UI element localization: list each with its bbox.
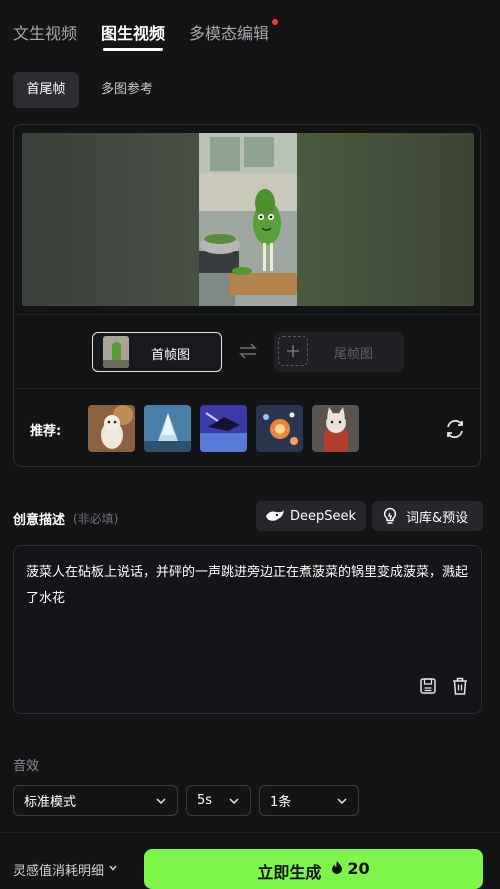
subtab-multi-image-ref[interactable]: 多图参考 <box>90 72 164 108</box>
tab-image-to-video[interactable]: 图生视频 <box>101 20 165 44</box>
footer-divider <box>0 832 500 833</box>
subtab-first-last-frame[interactable]: 首尾帧 <box>13 72 79 108</box>
chevron-down-icon <box>336 795 348 811</box>
generate-button[interactable]: 立即生成 20 <box>144 849 483 889</box>
deepseek-icon <box>264 508 286 524</box>
recommend-thumb-fireworks[interactable] <box>256 405 303 452</box>
tab-multimodal-edit[interactable]: 多模态编辑 <box>189 20 269 44</box>
library-presets-button[interactable]: 词库&预设 <box>372 501 483 531</box>
deepseek-label: DeepSeek <box>290 508 357 524</box>
recommend-thumb-cat-warrior[interactable] <box>312 405 359 452</box>
mode-value: 标准模式 <box>24 795 77 810</box>
card-divider <box>14 388 480 389</box>
recommend-thumb-ferret[interactable] <box>88 405 135 452</box>
count-select[interactable]: 1条 <box>259 785 359 816</box>
deepseek-button[interactable]: DeepSeek <box>256 501 366 531</box>
prompt-text: 菠菜人在砧板上说话，并砰的一声跳进旁边正在煮菠菜的锅里变成菠菜，溅起了水花 <box>26 565 469 606</box>
count-value: 1条 <box>270 795 292 810</box>
last-frame-button[interactable]: 尾帧图 <box>274 332 404 372</box>
notification-dot <box>272 19 278 25</box>
recommend-label: 推荐: <box>30 424 62 439</box>
first-frame-label: 首帧图 <box>151 348 191 363</box>
prompt-textarea[interactable]: 菠菜人在砧板上说话，并砰的一声跳进旁边正在煮菠菜的锅里变成菠菜，溅起了水花 <box>13 545 482 714</box>
description-title: 创意描述 <box>13 513 66 528</box>
first-frame-button[interactable]: 首帧图 <box>92 332 222 372</box>
chevron-down-icon <box>228 795 240 811</box>
generate-cost: 20 <box>347 859 370 878</box>
library-presets-label: 词库&预设 <box>406 510 469 526</box>
duration-select[interactable]: 5s <box>186 785 251 816</box>
preview-image <box>22 133 474 306</box>
recommend-thumb-dragon[interactable] <box>200 405 247 452</box>
generate-label: 立即生成 <box>257 863 322 882</box>
recommend-thumb-crystal[interactable] <box>144 405 191 452</box>
sound-label: 音效 <box>13 759 40 774</box>
flame-icon <box>331 859 343 874</box>
mode-select[interactable]: 标准模式 <box>13 785 178 816</box>
chevron-down-icon <box>155 795 167 811</box>
save-icon[interactable] <box>419 677 437 699</box>
active-tab-indicator <box>103 48 163 51</box>
tab-text-to-video[interactable]: 文生视频 <box>13 20 77 44</box>
plus-icon <box>278 336 308 366</box>
first-frame-thumbnail <box>103 336 129 368</box>
card-divider <box>14 314 480 315</box>
bulb-icon <box>382 507 398 525</box>
duration-value: 5s <box>197 793 213 808</box>
refresh-icon[interactable] <box>444 418 466 444</box>
description-hint: (非必填) <box>73 512 119 526</box>
last-frame-label: 尾帧图 <box>334 347 374 362</box>
swap-arrows-icon[interactable] <box>238 342 258 364</box>
trash-icon[interactable] <box>451 676 469 700</box>
